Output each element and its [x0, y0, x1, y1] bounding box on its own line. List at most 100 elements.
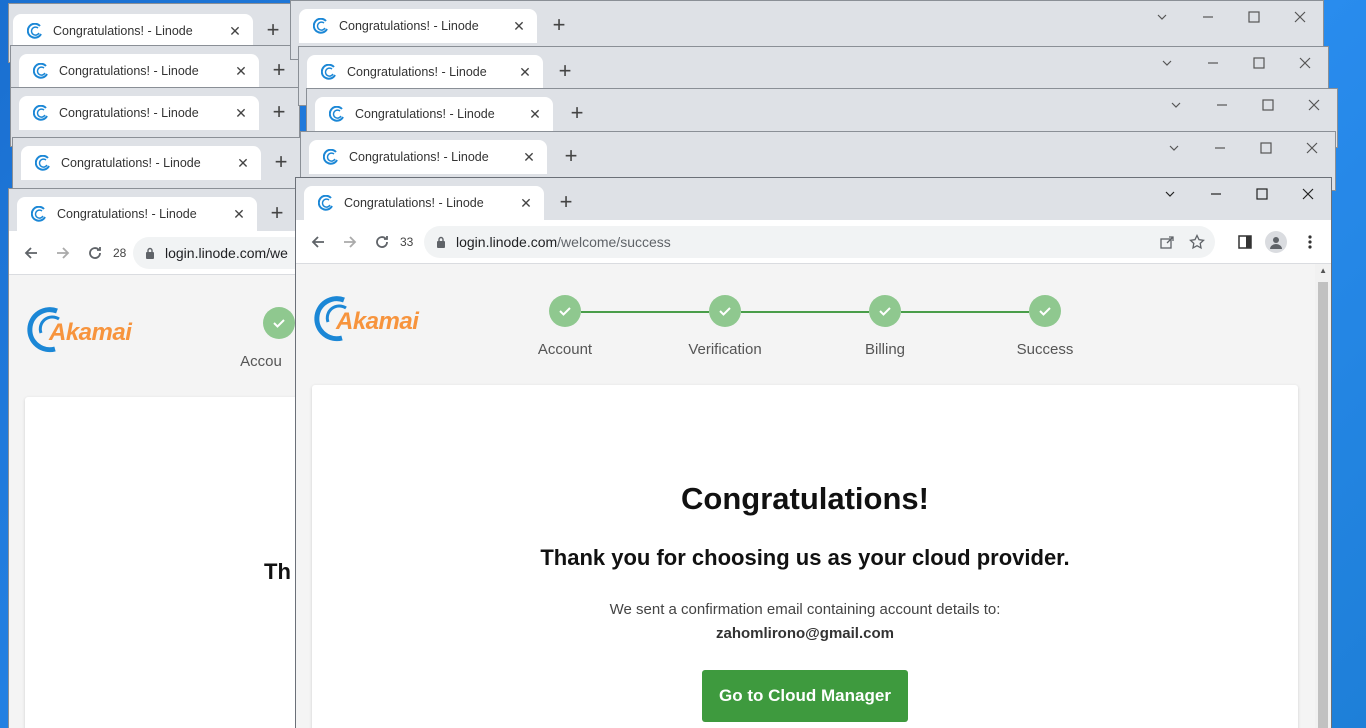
browser-window-front[interactable]: Congratulations! - Linode ✕ + 33 login.l…	[295, 177, 1332, 728]
close-tab-icon[interactable]: ✕	[235, 155, 251, 172]
new-tab-button[interactable]: +	[553, 57, 577, 85]
close-tab-icon[interactable]: ✕	[527, 106, 543, 123]
go-to-cloud-manager-button[interactable]: Go to Cloud Manager	[702, 670, 908, 722]
browser-tab[interactable]: Congratulations! - Linode ✕	[19, 54, 259, 88]
address-bar[interactable]: login.linode.com/we	[133, 237, 307, 269]
step-connector	[901, 311, 1029, 313]
close-window-icon[interactable]	[1285, 178, 1331, 210]
bookmark-star-icon[interactable]	[1189, 233, 1205, 255]
akamai-wordmark: Akamai	[336, 308, 419, 335]
tab-search-icon[interactable]	[1147, 178, 1193, 210]
step-check-circle-account	[549, 295, 581, 327]
browser-tab[interactable]: Congratulations! - Linode ✕	[19, 96, 259, 130]
akamai-logo: Akamai	[27, 305, 132, 353]
new-tab-button[interactable]: +	[265, 199, 289, 227]
back-arrow-icon[interactable]	[302, 226, 334, 258]
reload-icon[interactable]	[366, 226, 398, 258]
minimize-icon[interactable]	[1193, 178, 1239, 210]
browser-tab[interactable]: Congratulations! - Linode ✕	[309, 140, 547, 174]
close-window-icon[interactable]	[1289, 132, 1335, 164]
new-tab-button[interactable]: +	[547, 11, 571, 39]
browser-tab[interactable]: Congratulations! - Linode ✕	[315, 97, 553, 131]
scrollbar-thumb[interactable]	[1318, 282, 1328, 728]
akamai-logo: Akamai	[314, 294, 419, 342]
browser-tab[interactable]: Congratulations! - Linode ✕	[299, 9, 537, 43]
maximize-icon[interactable]	[1245, 89, 1291, 121]
forward-arrow-icon[interactable]	[334, 226, 366, 258]
browser-tab[interactable]: Congratulations! - Linode ✕	[17, 197, 257, 231]
tab-search-icon[interactable]	[1139, 1, 1185, 33]
close-tab-icon[interactable]: ✕	[233, 63, 249, 80]
tab-title: Congratulations! - Linode	[355, 107, 495, 121]
address-bar[interactable]: login.linode.com/welcome/success	[424, 226, 1215, 258]
step-label-success: Success	[1016, 341, 1074, 358]
tab-search-icon[interactable]	[1153, 89, 1199, 121]
close-tab-icon[interactable]: ✕	[511, 18, 527, 35]
tab-search-icon[interactable]	[1151, 132, 1197, 164]
profile-avatar-icon[interactable]	[1265, 231, 1287, 253]
check-icon	[559, 307, 571, 316]
lock-icon	[146, 247, 154, 259]
url-text: login.linode.com/welcome/success	[456, 234, 671, 250]
minimize-icon[interactable]	[1190, 47, 1236, 79]
minimize-icon[interactable]	[1199, 89, 1245, 121]
close-tab-icon[interactable]: ✕	[518, 195, 534, 212]
browser-tab-active[interactable]: Congratulations! - Linode ✕	[304, 186, 544, 220]
browser-tab[interactable]: Congratulations! - Linode ✕	[21, 146, 261, 180]
new-tab-button[interactable]: +	[565, 99, 589, 127]
extension-count-badge: 28	[113, 245, 127, 260]
linode-favicon-icon	[33, 105, 48, 121]
tab-title: Congratulations! - Linode	[59, 64, 199, 78]
linode-favicon-icon	[329, 106, 344, 122]
step-check-circle	[263, 307, 295, 339]
tab-title: Congratulations! - Linode	[339, 19, 479, 33]
scroll-up-arrow-icon[interactable]: ▲	[1319, 266, 1327, 275]
step-connector	[581, 311, 709, 313]
linode-favicon-icon	[35, 155, 50, 171]
close-tab-icon[interactable]: ✕	[517, 64, 533, 81]
new-tab-button[interactable]: +	[559, 142, 583, 170]
close-window-icon[interactable]	[1291, 89, 1337, 121]
side-panel-icon[interactable]	[1237, 234, 1253, 255]
tab-title: Congratulations! - Linode	[57, 207, 197, 221]
linode-favicon-icon	[323, 149, 338, 165]
window-controls	[1151, 132, 1335, 164]
new-tab-button[interactable]: +	[267, 98, 291, 126]
close-tab-icon[interactable]: ✕	[521, 149, 537, 166]
browser-tab[interactable]: Congratulations! - Linode ✕	[307, 55, 543, 89]
close-window-icon[interactable]	[1282, 47, 1328, 79]
new-tab-button[interactable]: +	[554, 188, 578, 216]
url-path: /welcome/success	[557, 234, 671, 250]
content-card: Th	[25, 397, 307, 728]
new-tab-button[interactable]: +	[267, 56, 291, 84]
maximize-icon[interactable]	[1231, 1, 1277, 33]
close-window-icon[interactable]	[1277, 1, 1323, 33]
check-icon	[1039, 307, 1051, 316]
linode-favicon-icon	[31, 206, 46, 222]
close-tab-icon[interactable]: ✕	[227, 23, 243, 40]
new-tab-button[interactable]: +	[261, 16, 285, 44]
step-check-circle-verification	[709, 295, 741, 327]
new-tab-button[interactable]: +	[269, 148, 293, 176]
more-menu-icon[interactable]	[1307, 234, 1313, 255]
close-tab-icon[interactable]: ✕	[233, 105, 249, 122]
page-content: Akamai Account Verification Billing Succ…	[296, 264, 1331, 728]
browser-tab[interactable]: Congratulations! - Linode ✕	[13, 14, 253, 48]
back-arrow-icon[interactable]	[15, 237, 47, 269]
forward-arrow-icon[interactable]	[47, 237, 79, 269]
maximize-icon[interactable]	[1239, 178, 1285, 210]
share-icon[interactable]	[1159, 234, 1175, 255]
minimize-icon[interactable]	[1197, 132, 1243, 164]
account-email: zahomlirono@gmail.com	[716, 625, 894, 642]
maximize-icon[interactable]	[1243, 132, 1289, 164]
reload-icon[interactable]	[79, 237, 111, 269]
akamai-wordmark: Akamai	[49, 319, 132, 346]
tab-search-icon[interactable]	[1144, 47, 1190, 79]
window-controls	[1147, 178, 1331, 210]
browser-window-back-5[interactable]: Congratulations! - Linode ✕ + 28 login.l…	[8, 188, 308, 728]
step-connector	[741, 311, 869, 313]
confirmation-message: We sent a confirmation email containing …	[609, 601, 1001, 618]
minimize-icon[interactable]	[1185, 1, 1231, 33]
maximize-icon[interactable]	[1236, 47, 1282, 79]
close-tab-icon[interactable]: ✕	[231, 206, 247, 223]
